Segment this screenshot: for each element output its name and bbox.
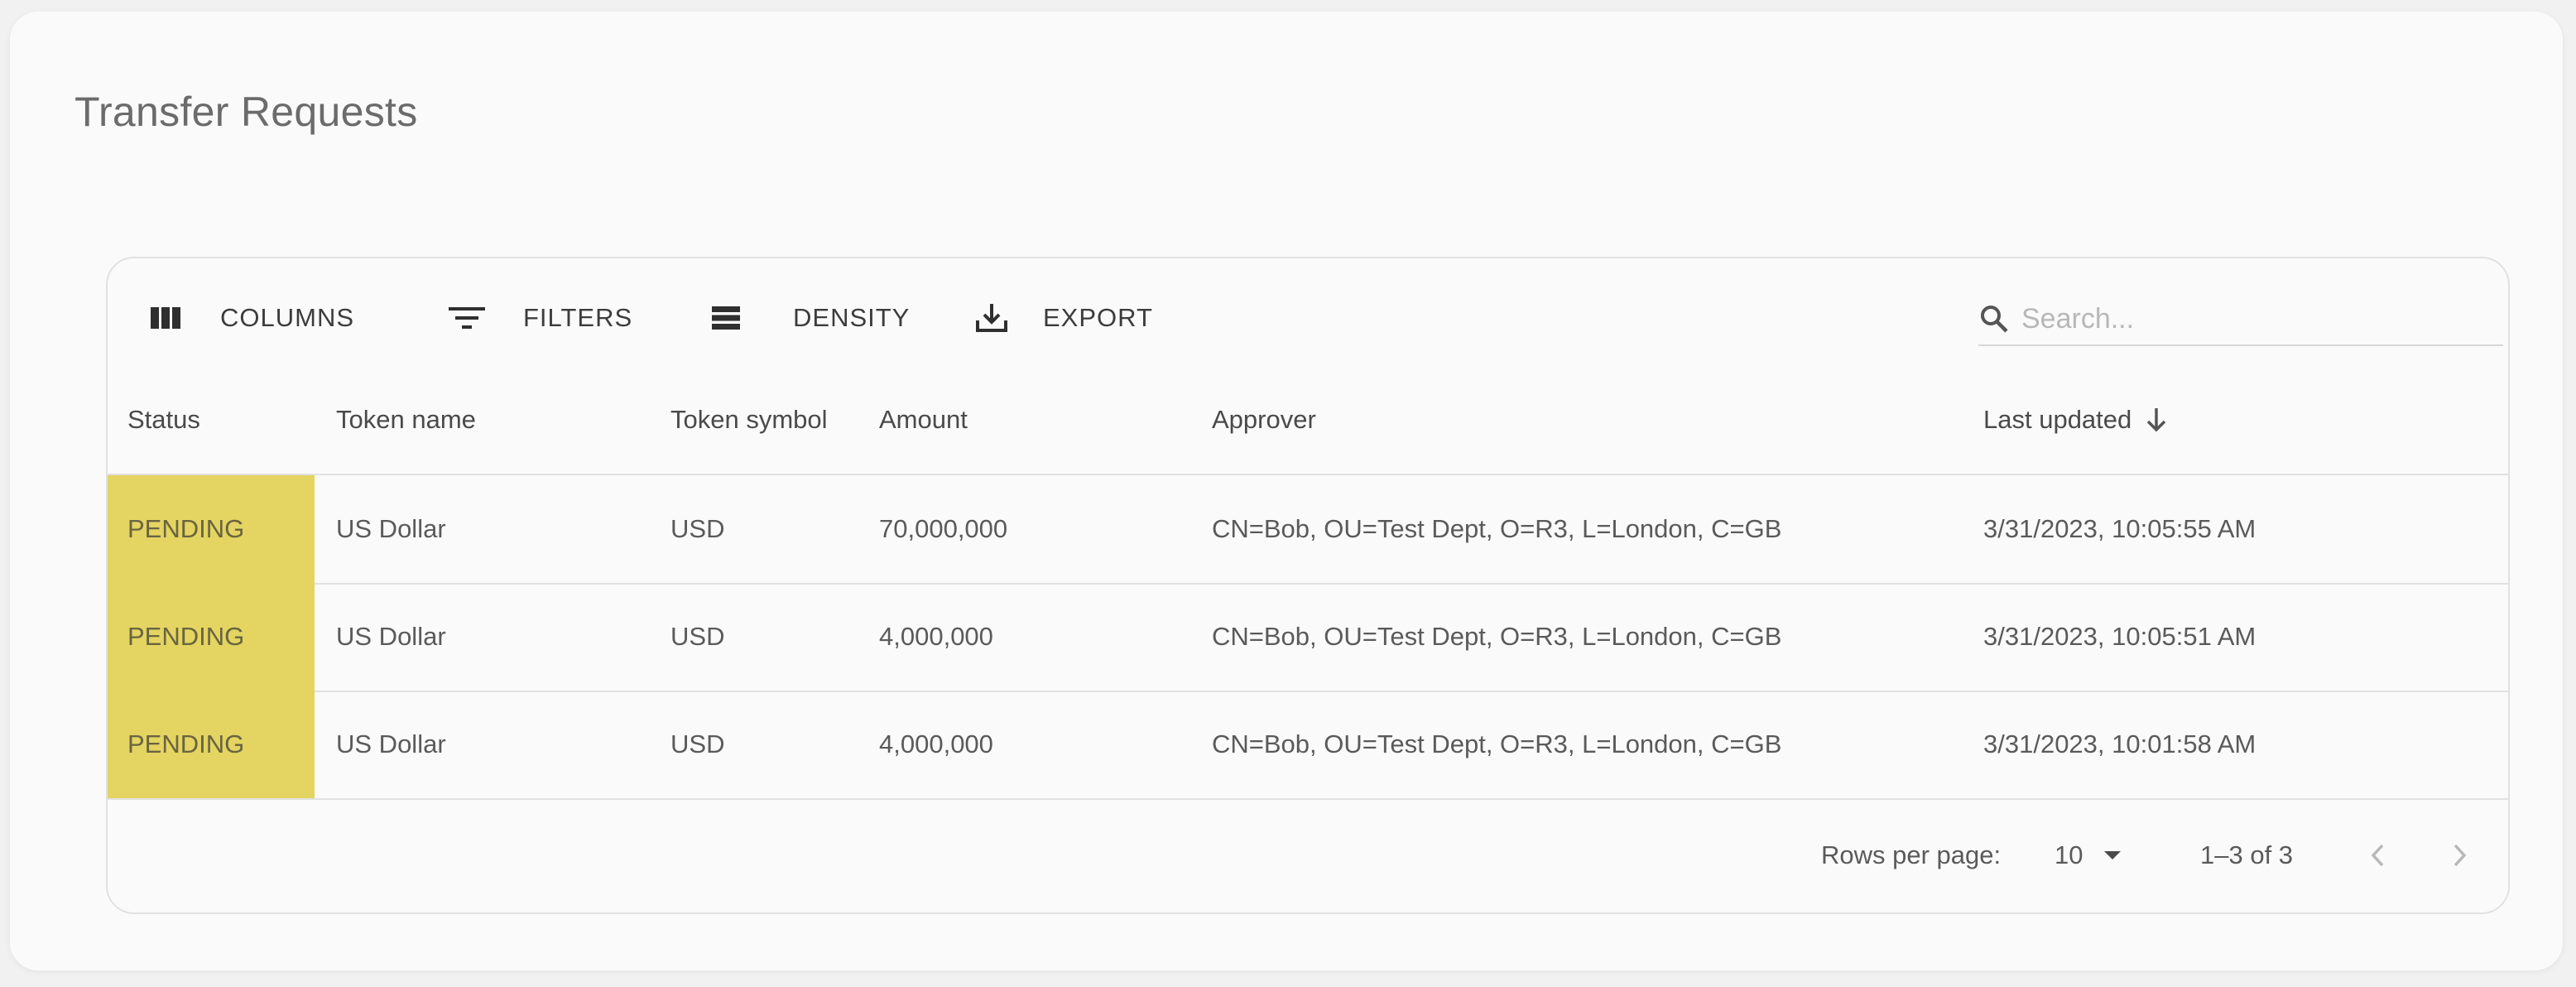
chevron-left-icon [2371,844,2384,867]
density-button[interactable]: DENSITY [712,293,910,343]
token-symbol-cell: USD [670,729,725,758]
status-badge: PENDING [108,475,315,583]
filter-list-icon [449,307,485,329]
column-header-last-updated[interactable]: Last updated [1983,366,2168,474]
search-input[interactable] [2020,301,2487,336]
arrow-downward-icon[interactable] [2145,407,2168,433]
token-name-cell: US Dollar [336,729,446,758]
pagination-footer: Rows per page: 10 1–3 of 3 [108,800,2508,911]
token-symbol-cell: USD [670,514,725,543]
approver-cell: CN=Bob, OU=Test Dept, O=R3, L=London, C=… [1212,622,1782,651]
table-row[interactable]: PENDING US Dollar USD 4,000,000 CN=Bob, … [108,691,2508,800]
filters-button[interactable]: FILTERS [449,293,632,343]
page-title: Transfer Requests [74,89,418,135]
token-name-cell: US Dollar [336,622,446,651]
token-name-cell: US Dollar [336,514,446,543]
amount-cell: 4,000,000 [879,622,993,651]
previous-page-button[interactable] [2369,800,2387,911]
search-icon [1981,306,2008,333]
columns-button-label: COLUMNS [220,303,355,332]
column-header-status[interactable]: Status [127,366,200,474]
approver-cell: CN=Bob, OU=Test Dept, O=R3, L=London, C=… [1212,729,1782,758]
next-page-button[interactable] [2450,800,2468,911]
column-header-approver[interactable]: Approver [1212,366,1316,474]
density-button-label: DENSITY [793,303,911,332]
rows-per-page-label: Rows per page: [1821,840,2002,869]
download-icon [976,304,1007,332]
pagination-range: 1–3 of 3 [2200,840,2294,869]
amount-cell: 4,000,000 [879,729,993,758]
token-symbol-cell: USD [670,622,725,651]
column-header-token-symbol[interactable]: Token symbol [670,366,828,474]
table-row[interactable]: PENDING US Dollar USD 70,000,000 CN=Bob,… [108,475,2508,585]
filters-button-label: FILTERS [523,303,633,332]
last-updated-cell: 3/31/2023, 10:05:51 AM [1983,622,2256,651]
column-header-last-updated-label: Last updated [1983,405,2132,434]
table-row[interactable]: PENDING US Dollar USD 4,000,000 CN=Bob, … [108,583,2508,692]
last-updated-cell: 3/31/2023, 10:01:58 AM [1983,729,2256,758]
grid-toolbar: COLUMNS FILTERS DENSITY EXPORT Search... [108,258,2508,366]
density-icon [712,306,740,330]
chevron-right-icon [2453,844,2467,867]
status-badge: PENDING [108,583,315,691]
export-button-label: EXPORT [1043,303,1153,332]
column-header-token-name[interactable]: Token name [336,366,476,474]
view-column-icon [151,307,180,329]
rows-per-page-select[interactable]: 10 [2055,800,2122,911]
columns-button[interactable]: COLUMNS [151,293,354,343]
last-updated-cell: 3/31/2023, 10:05:55 AM [1983,514,2256,543]
rows-per-page-value: 10 [2055,840,2083,869]
status-badge: PENDING [108,691,315,798]
amount-cell: 70,000,000 [879,514,1008,543]
approver-cell: CN=Bob, OU=Test Dept, O=R3, L=London, C=… [1212,514,1782,543]
data-grid: COLUMNS FILTERS DENSITY EXPORT Search...… [106,257,2510,914]
caret-down-icon [2104,851,2122,859]
table-header: Status Token name Token symbol Amount Ap… [108,366,2508,475]
export-button[interactable]: EXPORT [975,293,1153,343]
transfer-requests-card: Transfer Requests COLUMNS FILTERS DENSIT… [10,12,2563,970]
search-box [1978,293,2503,346]
column-header-amount[interactable]: Amount [879,366,968,474]
